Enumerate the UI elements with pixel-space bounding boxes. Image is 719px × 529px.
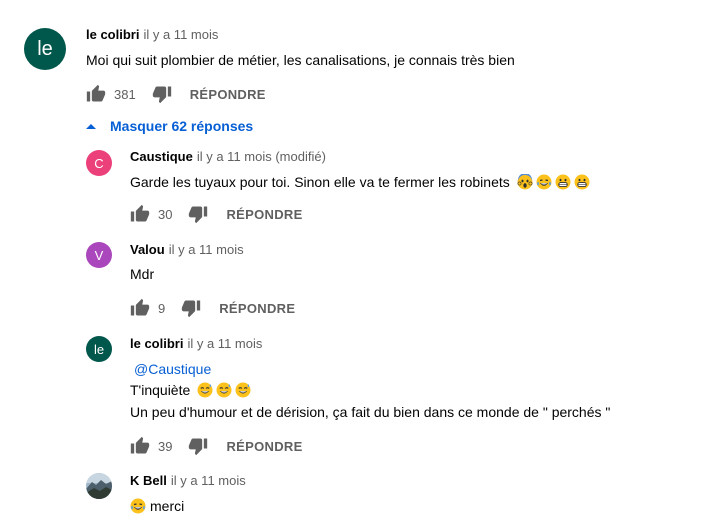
reply-text-line2: Un peu d'humour et de dérision, ça fait … [130, 404, 611, 420]
reply-author[interactable]: le colibri [130, 336, 183, 351]
sweat-smile-emoji-icon [235, 382, 251, 398]
comment-author-line: le colibri il y a 11 mois [86, 27, 218, 42]
avatar[interactable]: V [86, 242, 112, 268]
reply-button[interactable]: RÉPONDRE [226, 439, 302, 454]
thumb-down-icon[interactable] [152, 84, 172, 104]
reply-button[interactable]: RÉPONDRE [226, 207, 302, 222]
avatar[interactable]: le [24, 28, 66, 70]
like-count: 9 [158, 300, 166, 316]
hide-replies-label: Masquer 62 réponses [110, 118, 254, 134]
reply-actions: 9 RÉPONDRE [130, 297, 295, 319]
avatar-photo[interactable] [86, 473, 112, 499]
reply-text-line1: T'inquiète [130, 382, 251, 398]
sweat-smile-emoji-icon [216, 382, 232, 398]
mountain-photo-icon [86, 473, 112, 499]
hide-replies-toggle[interactable]: Masquer 62 réponses [86, 116, 253, 136]
sweat-smile-emoji-icon [197, 382, 213, 398]
reply-text: Mdr [130, 266, 155, 282]
avatar[interactable]: le [86, 336, 112, 362]
reply-author-line: Caustique il y a 11 mois (modifié) [130, 149, 326, 164]
like-count: 381 [114, 86, 136, 102]
caret-up-icon [86, 123, 96, 129]
comment-text: Moi qui suit plombier de métier, les can… [86, 52, 515, 68]
reply-actions: 30 RÉPONDRE [130, 203, 303, 225]
avatar[interactable]: C [86, 150, 112, 176]
reply-author[interactable]: Valou [130, 242, 165, 257]
reply-mention: @Caustique [134, 361, 211, 377]
reply-time[interactable]: il y a 11 mois (modifié) [197, 149, 326, 164]
thumb-down-icon[interactable] [188, 436, 208, 456]
reply-time[interactable]: il y a 11 mois [169, 242, 244, 257]
mention-link[interactable]: @Caustique [134, 361, 211, 377]
reply-actions: 39 RÉPONDRE [130, 435, 303, 457]
reply-time[interactable]: il y a 11 mois [171, 473, 246, 488]
reply-text: merci [130, 498, 184, 514]
grin-emoji-icon [574, 174, 590, 190]
like-count: 30 [158, 206, 173, 222]
reply-text: Garde les tuyaux pour toi. Sinon elle va… [130, 174, 590, 190]
grin-emoji-icon [555, 174, 571, 190]
laugh-cry-emoji-icon [536, 174, 552, 190]
comment-actions: 381 RÉPONDRE [86, 83, 266, 105]
thumb-up-icon[interactable] [86, 84, 106, 104]
reply-author-line: le colibri il y a 11 mois [130, 336, 262, 351]
thumb-up-icon[interactable] [130, 298, 150, 318]
reply-author[interactable]: K Bell [130, 473, 167, 488]
thumb-up-icon[interactable] [130, 204, 150, 224]
scream-emoji-icon [517, 174, 533, 190]
reply-author-line: Valou il y a 11 mois [130, 242, 244, 257]
reply-time[interactable]: il y a 11 mois [187, 336, 262, 351]
thumb-up-icon[interactable] [130, 436, 150, 456]
comment-author[interactable]: le colibri [86, 27, 139, 42]
thumb-down-icon[interactable] [188, 204, 208, 224]
comment-time[interactable]: il y a 11 mois [143, 27, 218, 42]
reply-button[interactable]: RÉPONDRE [190, 87, 266, 102]
reply-button[interactable]: RÉPONDRE [219, 301, 295, 316]
like-count: 39 [158, 438, 173, 454]
laugh-cry-emoji-icon [130, 498, 146, 514]
reply-author-line: K Bell il y a 11 mois [130, 473, 246, 488]
thumb-down-icon[interactable] [181, 298, 201, 318]
reply-author[interactable]: Caustique [130, 149, 193, 164]
